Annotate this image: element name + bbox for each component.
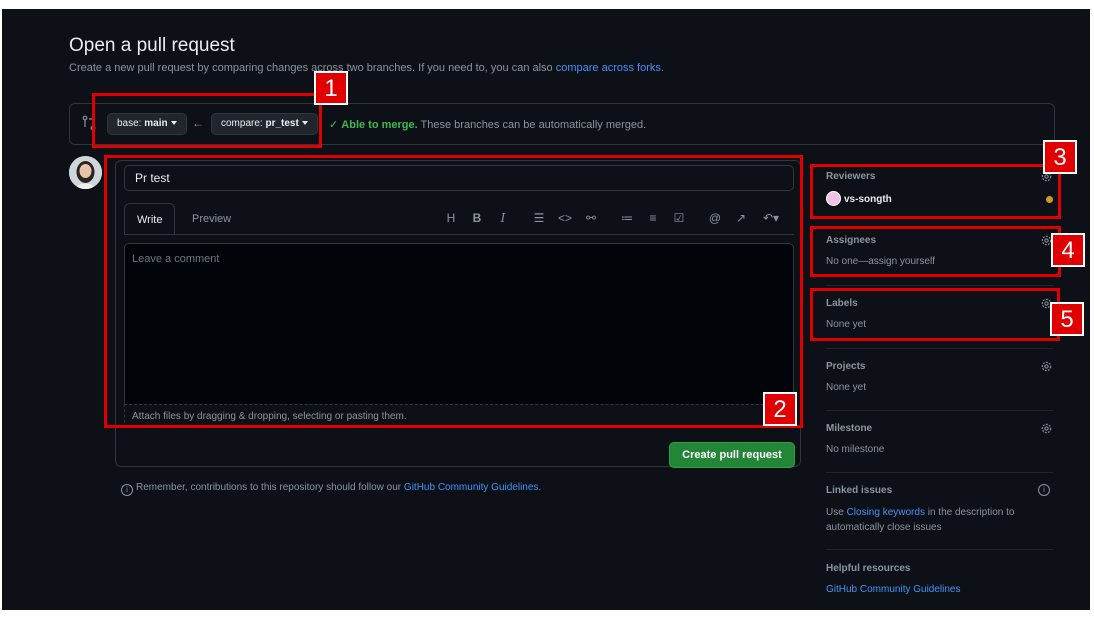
tab-divider <box>124 234 794 235</box>
create-pull-request-button[interactable]: Create pull request <box>669 442 795 468</box>
assignees-title[interactable]: Assignees <box>826 235 876 246</box>
reviewer-item[interactable]: vs-songth <box>826 191 892 206</box>
pr-title-input[interactable] <box>124 165 794 191</box>
milestone-title[interactable]: Milestone <box>826 423 872 434</box>
tab-preview[interactable]: Preview <box>180 203 243 235</box>
linked-post: in the description to <box>927 507 1015 518</box>
helpful-guidelines-link[interactable]: GitHub Community Guidelines <box>826 584 961 595</box>
attach-files-area[interactable]: Attach files by dragging & dropping, sel… <box>124 404 794 428</box>
reviewer-name: vs-songth <box>844 194 892 205</box>
merge-status-text: These branches can be automatically merg… <box>420 119 647 131</box>
avatar-image <box>69 156 102 189</box>
milestone-section: Milestone No milestone <box>826 411 1053 473</box>
arrow-left-icon: ← <box>192 116 204 130</box>
base-branch-select[interactable]: base: main <box>107 113 187 135</box>
annotation-badge-3: 3 <box>1043 140 1077 174</box>
tab-write[interactable]: Write <box>124 203 176 235</box>
labels-title[interactable]: Labels <box>826 298 858 309</box>
linked-issues-section: Linked issues i Use Closing keywords in … <box>826 473 1053 550</box>
bold-icon[interactable]: B <box>468 209 486 227</box>
link-icon[interactable]: ⚯ <box>582 209 600 227</box>
mention-icon[interactable]: @ <box>706 209 724 227</box>
contribution-reminder: i Remember, contributions to this reposit… <box>121 482 541 496</box>
linked-issues-line2: automatically close issues <box>826 522 942 533</box>
pending-review-dot <box>1046 196 1053 203</box>
labels-section: Labels None yet <box>826 286 1053 349</box>
comment-textarea[interactable]: Leave a comment <box>124 243 794 424</box>
check-icon: ✓ <box>329 119 339 131</box>
compare-branch-name: pr_test <box>265 118 299 129</box>
annotation-badge-2: 2 <box>763 392 797 426</box>
app-window: Open a pull request Create a new pull re… <box>2 9 1090 610</box>
projects-title[interactable]: Projects <box>826 361 865 372</box>
subtitle-text: Create a new pull request by comparing c… <box>69 62 553 74</box>
info-icon: i <box>121 484 133 496</box>
annotation-badge-4: 4 <box>1051 233 1085 267</box>
base-branch-name: main <box>144 118 168 129</box>
assignees-value[interactable]: No one—assign yourself <box>826 256 935 267</box>
gear-icon[interactable] <box>1040 360 1053 373</box>
code-icon[interactable]: <> <box>556 209 574 227</box>
info-icon[interactable]: i <box>1038 484 1050 496</box>
reply-icon[interactable]: ↶▾ <box>758 209 784 227</box>
reminder-text: Remember, contributions to this reposito… <box>136 482 402 493</box>
milestone-value: No milestone <box>826 444 885 455</box>
base-prefix: base: <box>117 118 142 129</box>
numbered-list-icon[interactable]: ≡ <box>644 209 662 227</box>
italic-icon[interactable]: I <box>494 209 512 227</box>
reviewer-avatar <box>826 191 841 206</box>
branch-compare-bar: base: main ← compare: pr_test ✓ Able to … <box>69 103 1055 145</box>
linked-issues-text: Use Closing keywords in the description … <box>826 507 1014 518</box>
reviewers-section: Reviewers vs-songth <box>826 161 1053 218</box>
merge-ok-label: Able to merge. <box>341 119 418 131</box>
chevron-down-icon <box>301 121 308 125</box>
bulleted-list-icon[interactable]: ≔ <box>618 209 636 227</box>
helpful-resources-list: GitHub Community Guidelines <box>826 584 961 595</box>
annotation-badge-5: 5 <box>1050 302 1084 336</box>
linked-issues-title: Linked issues <box>826 485 893 496</box>
user-avatar[interactable] <box>69 156 102 189</box>
projects-section: Projects None yet <box>826 349 1053 411</box>
reminder-end: . <box>538 482 542 493</box>
heading-icon[interactable]: H <box>442 209 460 227</box>
quote-icon[interactable]: ☰ <box>530 209 548 227</box>
labels-value: None yet <box>826 319 867 330</box>
projects-value: None yet <box>826 382 867 393</box>
assignees-section: Assignees No one—assign yourself <box>826 223 1053 286</box>
closing-keywords-link[interactable]: Closing keywords <box>847 507 925 518</box>
compare-forks-link[interactable]: compare across forks. <box>556 62 664 74</box>
linked-pre: Use <box>826 507 844 518</box>
compare-prefix: compare: <box>221 118 263 129</box>
gear-icon[interactable] <box>1040 422 1053 435</box>
git-compare-icon <box>82 115 96 131</box>
page-subtitle: Create a new pull request by comparing c… <box>69 62 664 74</box>
community-guidelines-link[interactable]: GitHub Community Guidelines <box>404 482 539 493</box>
comment-placeholder: Leave a comment <box>132 253 220 265</box>
reviewers-title[interactable]: Reviewers <box>826 171 875 182</box>
compare-branch-select[interactable]: compare: pr_test <box>211 113 318 135</box>
helpful-resources-section: Helpful resources GitHub Community Guide… <box>826 550 1053 610</box>
reference-icon[interactable]: ↗ <box>732 209 750 227</box>
merge-status: ✓ Able to merge. These branches can be a… <box>329 118 646 131</box>
page-title: Open a pull request <box>69 35 235 56</box>
pr-editor: Write Preview H B I ☰ <> ⚯ ≔ ≡ ☑ @ ↗ ↶▾ … <box>115 160 801 468</box>
helpful-resources-title: Helpful resources <box>826 563 911 574</box>
chevron-down-icon <box>170 121 177 125</box>
task-list-icon[interactable]: ☑ <box>670 209 688 227</box>
annotation-badge-1: 1 <box>314 71 348 105</box>
